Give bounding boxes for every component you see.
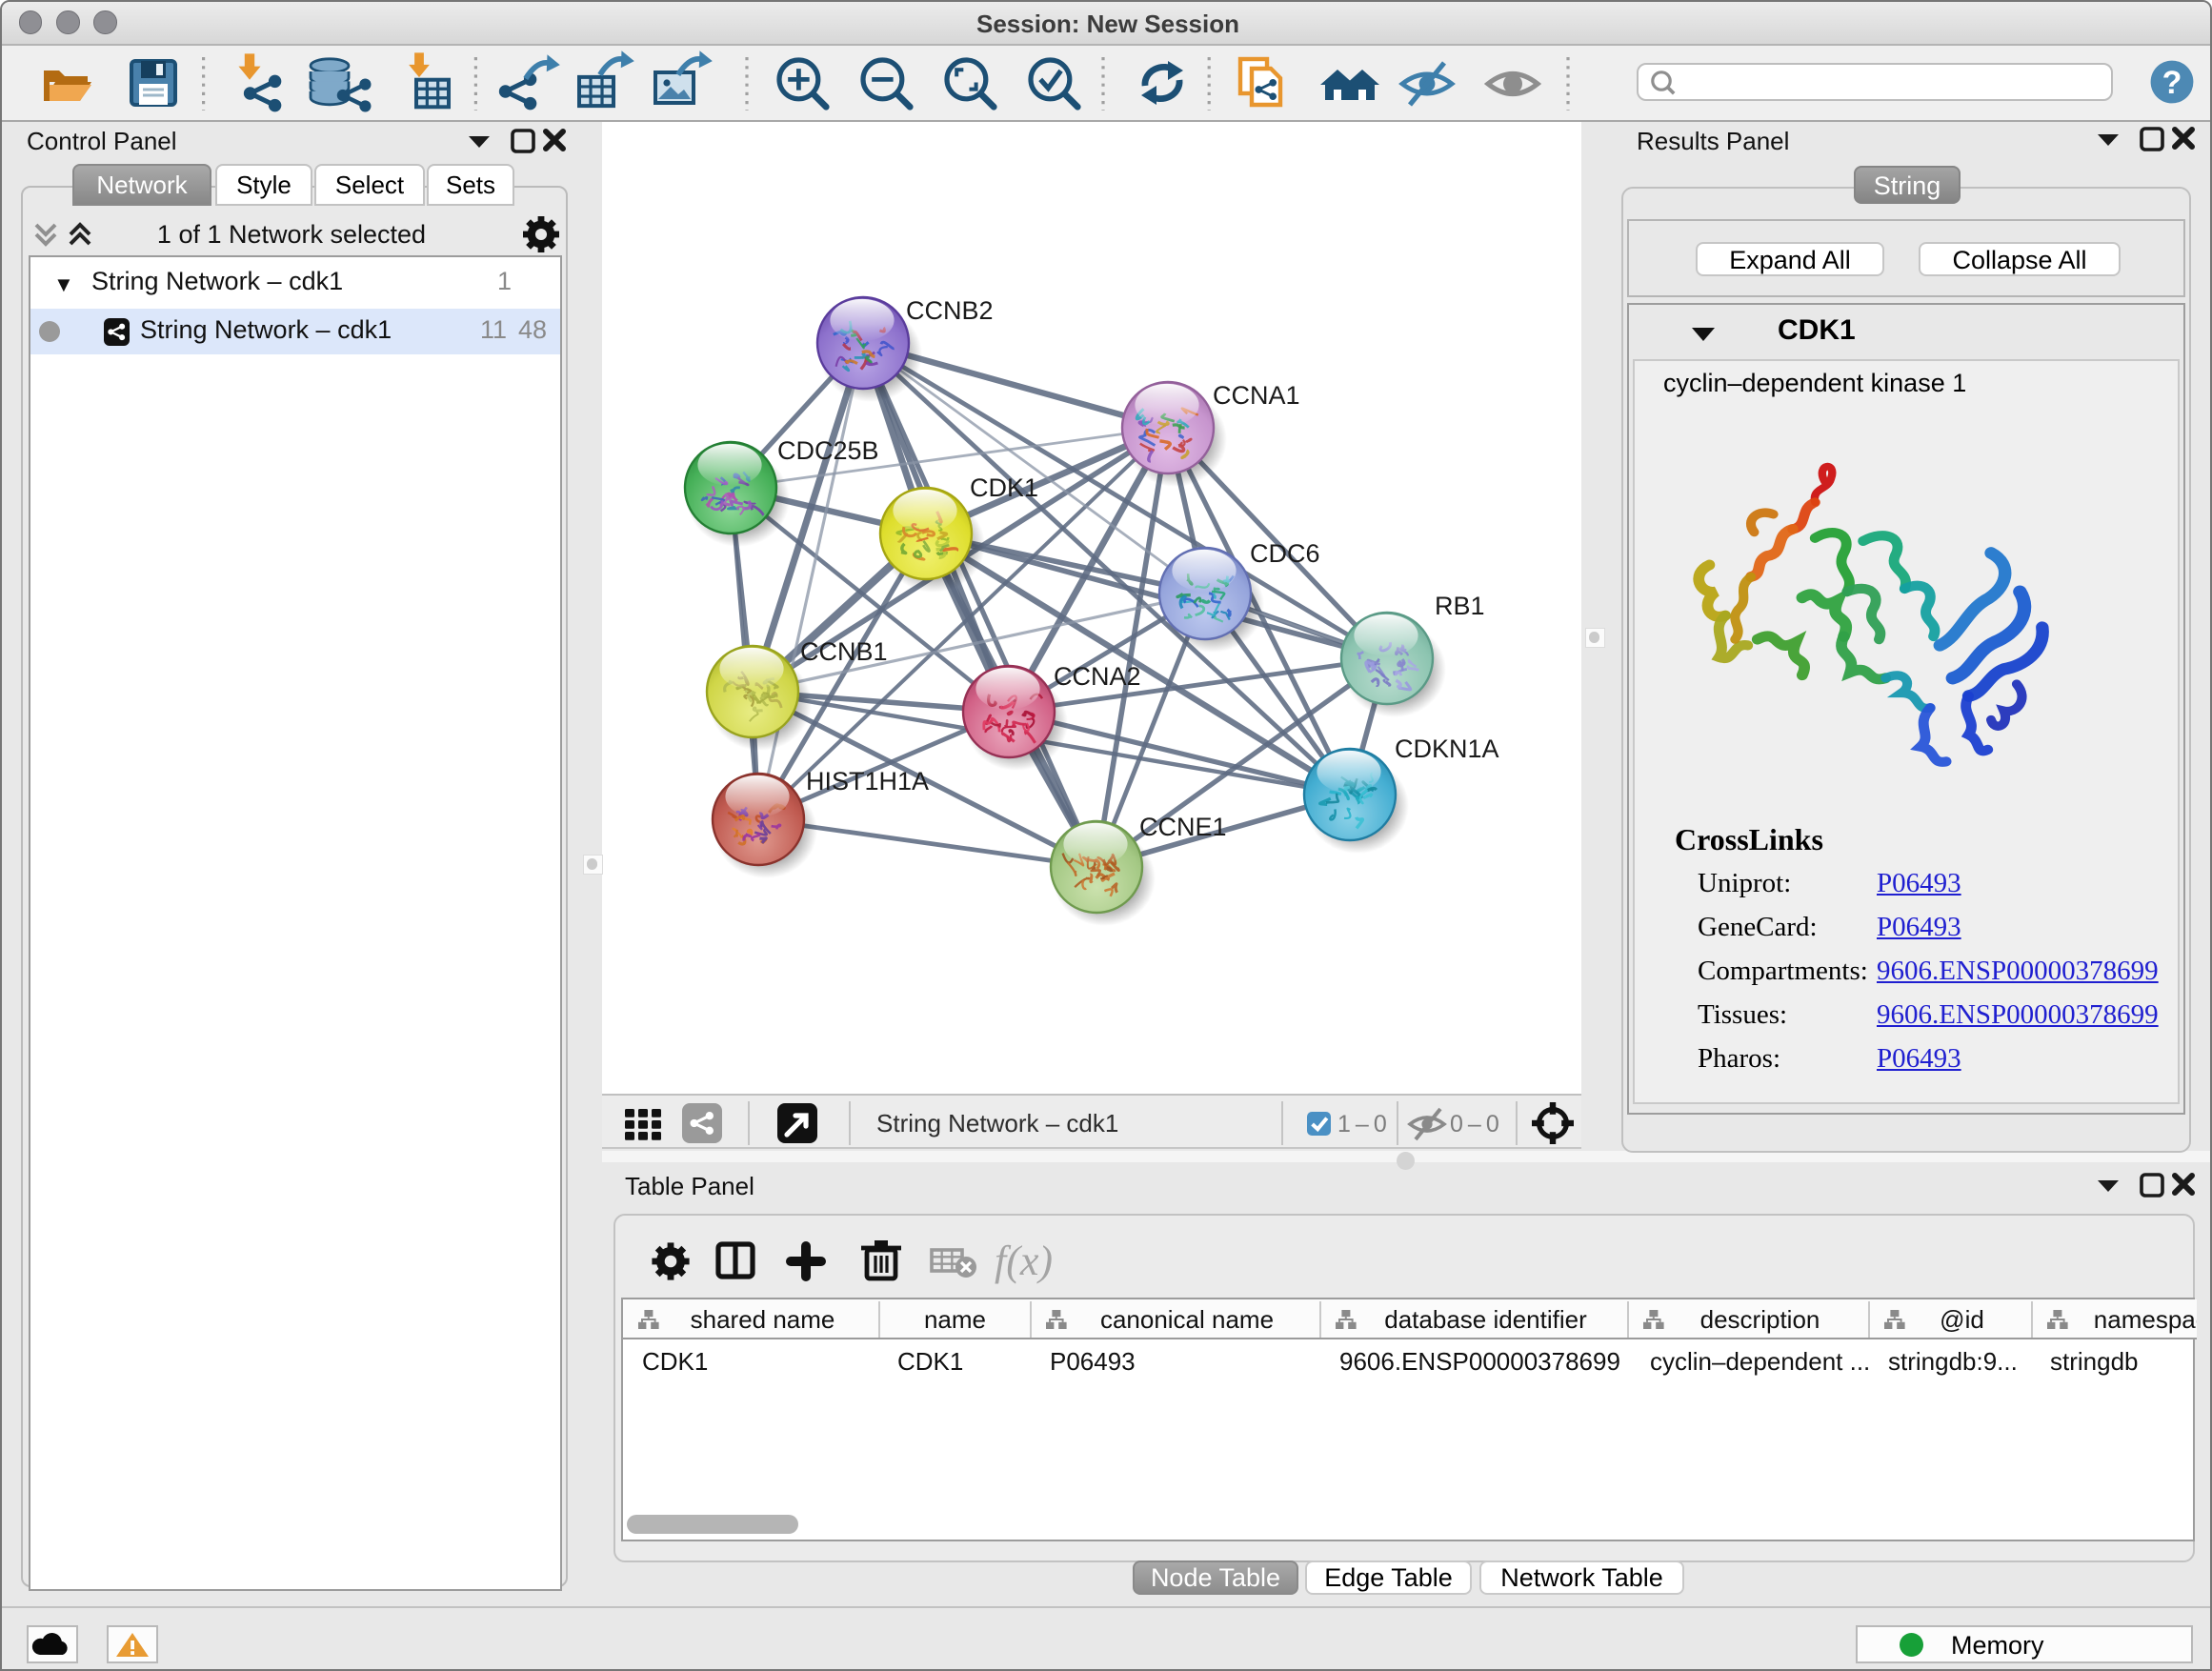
svg-text:@id: @id (1940, 1305, 1984, 1334)
svg-text:CCNA2: CCNA2 (1054, 662, 1141, 691)
svg-text:1 – 0: 1 – 0 (1337, 1111, 1387, 1137)
svg-text:0 – 0: 0 – 0 (1450, 1111, 1499, 1137)
svg-text:f(x): f(x) (995, 1238, 1053, 1284)
svg-text:description: description (1700, 1305, 1820, 1334)
svg-text:canonical name: canonical name (1100, 1305, 1274, 1334)
svg-text:CDK1: CDK1 (970, 473, 1038, 502)
svg-text:String Network – cdk1: String Network – cdk1 (876, 1109, 1118, 1137)
svg-text:1 of 1 Network selected: 1 of 1 Network selected (157, 220, 426, 249)
svg-text:CDKN1A: CDKN1A (1395, 735, 1499, 763)
svg-text:CCNE1: CCNE1 (1139, 813, 1227, 841)
svg-text:namespace: namespace (2094, 1305, 2197, 1334)
svg-text:CCNA1: CCNA1 (1213, 381, 1300, 410)
svg-text:HIST1H1A: HIST1H1A (806, 767, 929, 795)
svg-text:CDC6: CDC6 (1250, 539, 1320, 568)
svg-text:CDC25B: CDC25B (777, 436, 879, 465)
svg-text:?: ? (2162, 65, 2182, 101)
svg-text:RB1: RB1 (1435, 592, 1485, 620)
svg-text:CCNB1: CCNB1 (800, 637, 888, 666)
svg-text:name: name (924, 1305, 986, 1334)
svg-text:database identifier: database identifier (1384, 1305, 1587, 1334)
svg-text:CCNB2: CCNB2 (906, 296, 994, 325)
svg-text:shared name: shared name (691, 1305, 835, 1334)
